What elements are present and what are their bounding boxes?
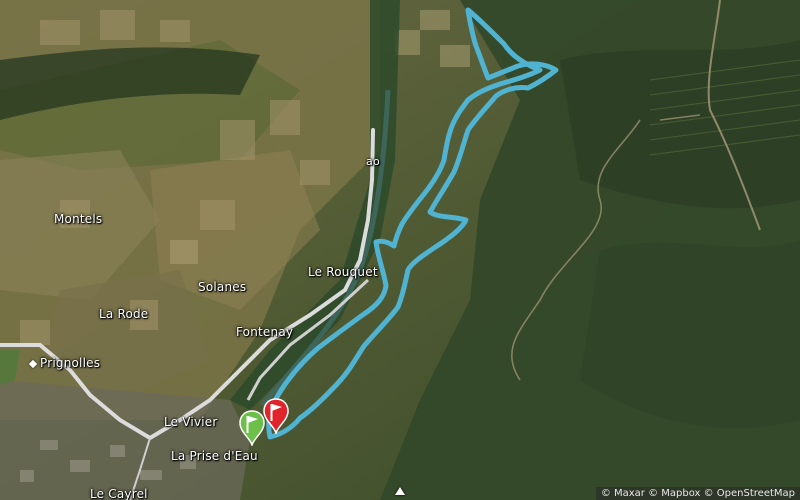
place-label-le-cayrel: Le Cayrel [90, 487, 148, 500]
place-label-solanes: Solanes [198, 280, 247, 294]
satellite-map[interactable]: Montels Solanes La Rode Fontenay Le Rouq… [0, 0, 800, 500]
place-label-prignolles: Prignolles [28, 356, 101, 370]
village-dot-icon [28, 359, 38, 368]
road-label: ao [366, 155, 380, 168]
place-label-prignolles-text: Prignolles [40, 356, 101, 370]
map-attribution[interactable]: © Maxar © Mapbox © OpenStreetMap [595, 487, 800, 500]
map-terrain [0, 0, 800, 500]
place-label-fontenay: Fontenay [236, 325, 294, 339]
place-label-la-prise-d-eau: La Prise d'Eau [171, 449, 258, 463]
finish-flag-marker-icon[interactable] [262, 398, 290, 434]
place-label-montels: Montels [54, 212, 103, 226]
summit-triangle-icon [395, 487, 405, 495]
place-label-la-rode: La Rode [99, 307, 149, 321]
place-label-le-rouquet: Le Rouquet [308, 265, 378, 279]
place-label-le-vivier: Le Vivier [164, 415, 218, 429]
